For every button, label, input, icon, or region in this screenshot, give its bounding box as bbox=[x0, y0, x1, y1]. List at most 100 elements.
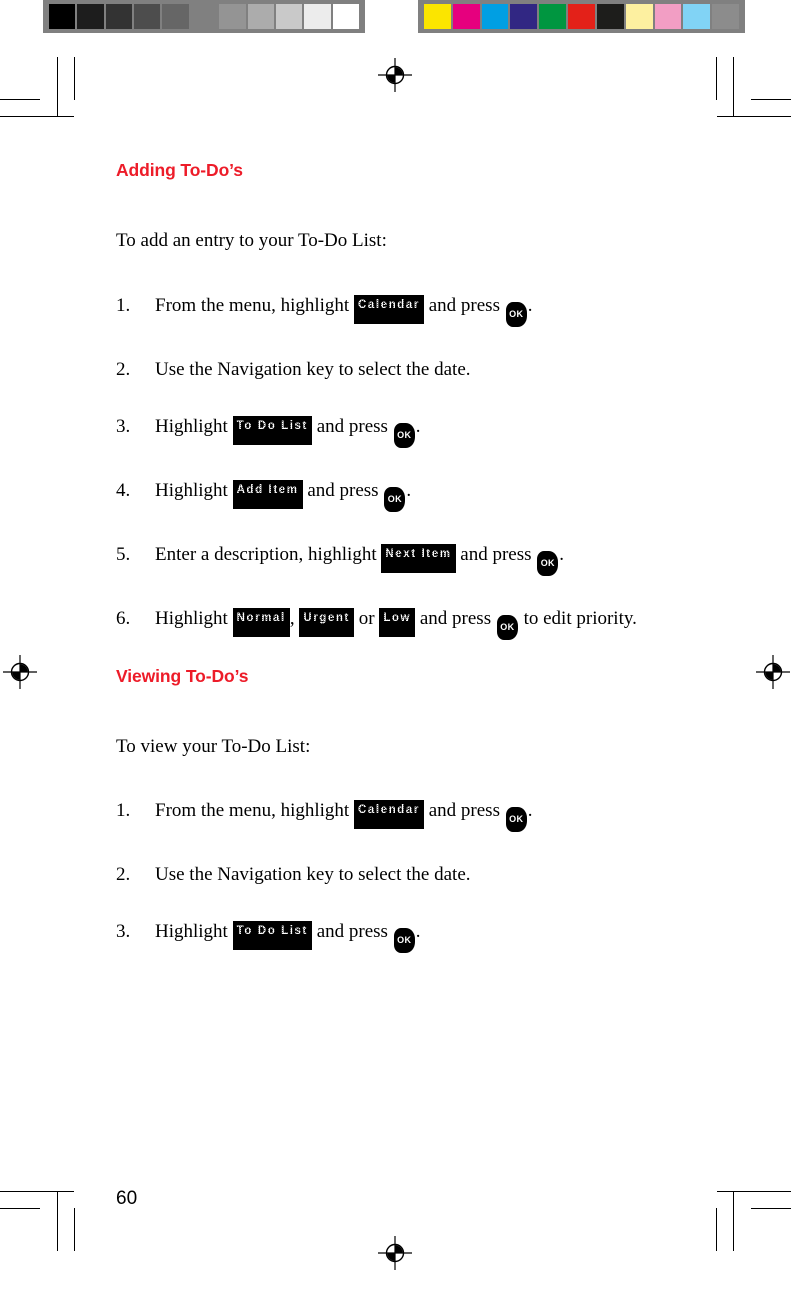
step-number: 4. bbox=[116, 479, 131, 501]
menu-item-label: Calendar bbox=[355, 801, 422, 820]
crop-mark-top-right-h2 bbox=[751, 99, 791, 100]
crop-mark-top-right-v2 bbox=[716, 57, 717, 100]
calibration-patch bbox=[77, 4, 104, 29]
step-text: Use the Navigation key to select the dat… bbox=[155, 358, 471, 380]
section-lead-viewing: To view your To-Do List: bbox=[116, 735, 311, 757]
step-text: From the menu, highlight bbox=[155, 294, 354, 316]
menu-item-highlight: Calendar bbox=[353, 800, 424, 830]
menu-item-label: Next Item bbox=[383, 544, 454, 563]
calibration-patch bbox=[332, 4, 359, 29]
step-item: 6. Highlight Normal, Urgent or Low and pr… bbox=[116, 606, 676, 640]
calibration-patch bbox=[625, 4, 653, 29]
menu-item-highlight: Low bbox=[379, 607, 416, 637]
calibration-patch bbox=[275, 4, 303, 29]
crop-mark-bottom-left-v bbox=[57, 1191, 58, 1251]
calibration-patch bbox=[304, 4, 331, 29]
ok-key-icon: OK bbox=[505, 301, 527, 327]
menu-item-label: Low bbox=[381, 608, 414, 627]
ok-key-icon: OK bbox=[393, 422, 415, 448]
crop-mark-top-right-v bbox=[733, 57, 734, 117]
menu-item-highlight: To Do List bbox=[232, 415, 312, 445]
step-text: and press bbox=[311, 415, 393, 437]
menu-item-label: To Do List bbox=[234, 922, 310, 941]
step-number: 1. bbox=[116, 800, 131, 822]
step-item: 2. Use the Navigation key to select the d… bbox=[116, 862, 676, 889]
step-item: 1. From the menu, highlight Calendar and … bbox=[116, 798, 676, 833]
crop-mark-top-left-h2 bbox=[0, 99, 40, 100]
step-number: 1. bbox=[116, 294, 131, 316]
calibration-patch bbox=[134, 4, 161, 29]
menu-item-highlight: Next Item bbox=[381, 543, 456, 573]
calibration-patch bbox=[683, 4, 711, 29]
step-text: . bbox=[415, 921, 421, 943]
step-text: . bbox=[415, 415, 421, 437]
calibration-patch bbox=[596, 4, 624, 29]
step-number: 2. bbox=[116, 358, 131, 380]
crop-mark-top-left-v bbox=[57, 57, 58, 117]
step-item: 4. Highlight Add Item and press OK. bbox=[116, 478, 676, 512]
page-content: Adding To-Do’s To add an entry to your T… bbox=[116, 160, 676, 954]
step-text: and press bbox=[302, 479, 384, 501]
section-lead-adding: To add an entry to your To-Do List: bbox=[116, 230, 387, 251]
calibration-patch bbox=[712, 4, 739, 29]
crop-mark-bottom-right-h bbox=[717, 1191, 791, 1192]
steps-list-viewing: 1. From the menu, highlight Calendar and … bbox=[116, 798, 676, 954]
calibration-patch bbox=[247, 4, 274, 29]
step-item: 1. From the menu, highlight Calendar and … bbox=[116, 293, 676, 327]
crop-mark-bottom-right-v bbox=[733, 1191, 734, 1251]
step-text: Use the Navigation key to select the dat… bbox=[155, 864, 471, 886]
registration-target-left bbox=[3, 655, 37, 689]
color-calibration-bar bbox=[418, 0, 745, 33]
ok-key-icon: OK bbox=[496, 614, 518, 640]
calibration-patch bbox=[539, 4, 567, 29]
step-item: 2. Use the Navigation key to select the d… bbox=[116, 357, 676, 384]
step-number: 3. bbox=[116, 415, 131, 437]
crop-mark-top-left-v2 bbox=[74, 57, 75, 100]
ok-key-icon: OK bbox=[505, 807, 527, 833]
step-item: 3. Highlight To Do List and press OK. bbox=[116, 919, 676, 954]
step-text: and press bbox=[415, 607, 496, 629]
crop-mark-bottom-right-h2 bbox=[751, 1208, 791, 1209]
step-number: 2. bbox=[116, 864, 131, 886]
step-text: , bbox=[289, 607, 300, 629]
menu-item-label: Calendar bbox=[355, 295, 422, 314]
crop-mark-bottom-left-h2 bbox=[0, 1208, 40, 1209]
step-item: 3. Highlight To Do List and press OK. bbox=[116, 414, 676, 448]
page-number: 60 bbox=[116, 1188, 138, 1209]
crop-mark-top-right-h bbox=[717, 116, 791, 117]
section-heading-adding: Adding To-Do’s bbox=[116, 160, 243, 180]
step-text: . bbox=[406, 479, 412, 501]
menu-item-highlight: Normal bbox=[232, 607, 290, 637]
calibration-patch bbox=[452, 4, 480, 29]
calibration-patch bbox=[190, 4, 218, 29]
registration-target-bottom bbox=[378, 1236, 412, 1270]
crop-mark-bottom-left-h bbox=[0, 1191, 74, 1192]
step-text: and press bbox=[455, 543, 537, 565]
step-text: . bbox=[527, 294, 533, 316]
menu-item-label: To Do List bbox=[234, 416, 310, 435]
step-text: and press bbox=[423, 294, 505, 316]
menu-item-highlight: Add Item bbox=[232, 479, 303, 509]
steps-list-adding: 1. From the menu, highlight Calendar and … bbox=[116, 293, 676, 640]
step-text: Highlight bbox=[155, 479, 233, 501]
step-text: or bbox=[353, 607, 380, 629]
calibration-patch bbox=[105, 4, 133, 29]
registration-target-top bbox=[378, 58, 412, 92]
calibration-patch bbox=[510, 4, 538, 29]
step-number: 3. bbox=[116, 921, 131, 943]
step-text: . bbox=[559, 543, 565, 565]
step-text: . bbox=[527, 800, 533, 822]
menu-item-label: Urgent bbox=[301, 608, 352, 627]
crop-mark-bottom-left-v2 bbox=[74, 1208, 75, 1251]
step-text: Highlight bbox=[155, 921, 233, 943]
step-text: to edit priority. bbox=[518, 607, 637, 629]
calibration-patch bbox=[162, 4, 189, 29]
ok-key-icon: OK bbox=[537, 550, 559, 576]
grayscale-calibration-bar bbox=[43, 0, 365, 33]
calibration-patch bbox=[481, 4, 509, 29]
section-heading-viewing: Viewing To-Do’s bbox=[116, 665, 249, 686]
step-item: 5. Enter a description, highlight Next It… bbox=[116, 542, 676, 576]
step-text: Highlight bbox=[155, 607, 233, 629]
menu-item-highlight: Urgent bbox=[299, 607, 354, 637]
calibration-patch bbox=[654, 4, 682, 29]
